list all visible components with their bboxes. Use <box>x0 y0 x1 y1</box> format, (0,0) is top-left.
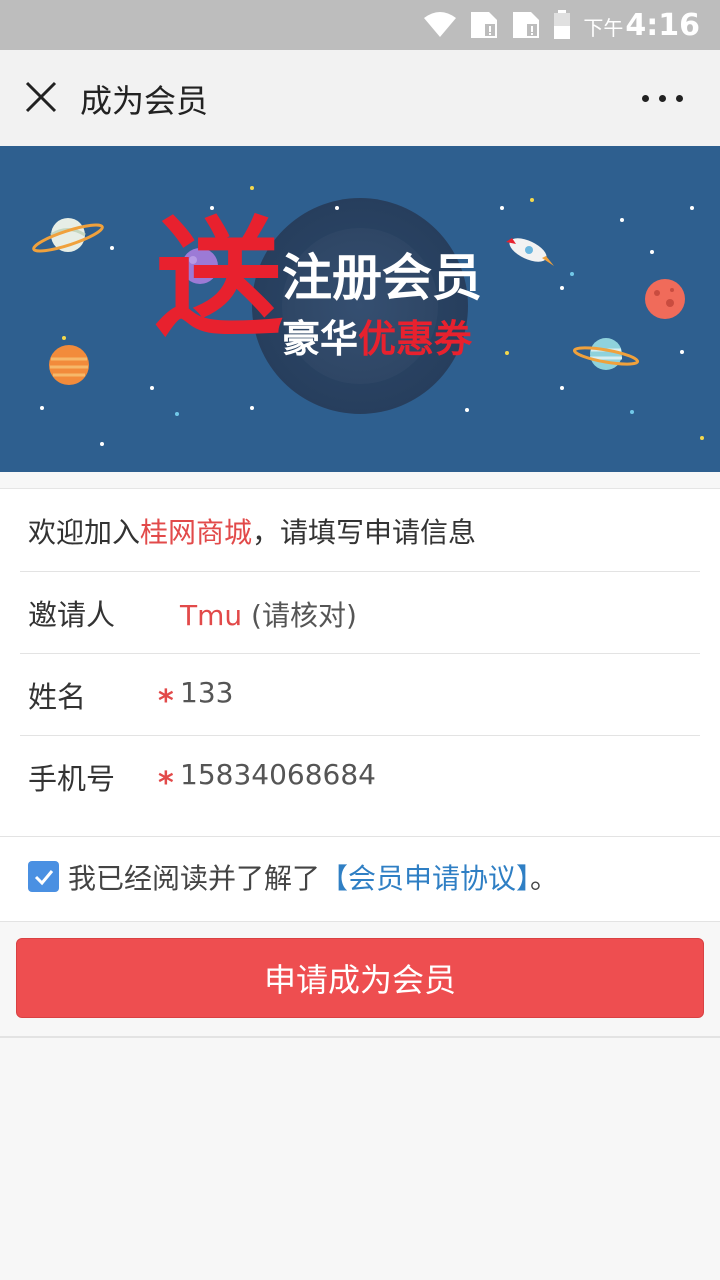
sim1-icon <box>471 12 498 38</box>
inviter-row: 邀请人 Tmu (请核对) <box>20 571 700 653</box>
page-title: 成为会员 <box>80 82 209 120</box>
phone-label: 手机号 <box>28 762 116 796</box>
planet-icon <box>645 279 685 319</box>
promo-banner[interactable]: 送 注册会员 豪华优惠券 <box>0 146 720 472</box>
planet-icon <box>572 338 640 370</box>
shop-name: 桂网商城 <box>140 516 253 549</box>
agreement-row: 我已经阅读并了解了【会员申请协议】。 <box>0 836 720 922</box>
phone-row[interactable]: 手机号 * 15834068684 <box>20 735 700 817</box>
banner-subline-prefix: 豪华 <box>282 317 359 361</box>
more-icon[interactable] <box>642 90 690 106</box>
banner-subline: 豪华优惠券 <box>282 308 472 363</box>
agreement-checkbox[interactable] <box>28 861 59 892</box>
member-form: 欢迎加入桂网商城，请填写申请信息 邀请人 Tmu (请核对) 姓名 * 133 … <box>0 488 720 836</box>
name-label: 姓名 <box>28 680 87 714</box>
phone-field[interactable]: 15834068684 <box>180 758 376 791</box>
close-icon[interactable] <box>24 80 58 114</box>
banner-subline-highlight: 优惠券 <box>358 317 473 361</box>
rocket-icon <box>506 238 554 266</box>
wifi-icon <box>424 12 457 37</box>
welcome-text: 欢迎加入桂网商城，请填写申请信息 <box>28 511 476 551</box>
divider <box>0 1036 720 1038</box>
planet-icon <box>49 345 89 385</box>
agreement-prefix: 我已经阅读并了解了 <box>68 862 321 895</box>
banner-headline: 注册会员 <box>282 249 482 307</box>
status-bar: 下午4:16 <box>0 0 720 50</box>
inviter-name: Tmu <box>180 599 243 632</box>
welcome-prefix: 欢迎加入 <box>28 516 141 549</box>
battery-icon <box>554 10 571 39</box>
agreement-suffix: 。 <box>530 862 559 895</box>
clock: 4:16 <box>625 7 700 43</box>
inviter-label: 邀请人 <box>28 598 116 632</box>
agreement-text: 我已经阅读并了解了【会员申请协议】。 <box>68 857 558 897</box>
required-mark: * <box>158 766 174 801</box>
name-field[interactable]: 133 <box>180 676 233 709</box>
welcome-suffix: ，请填写申请信息 <box>252 516 477 549</box>
name-row[interactable]: 姓名 * 133 <box>20 653 700 735</box>
sim2-icon <box>513 12 540 38</box>
inviter-note: (请核对) <box>242 599 357 632</box>
planet-icon <box>32 218 104 253</box>
banner-big-char: 送 <box>155 205 284 354</box>
nav-header: 成为会员 <box>0 50 720 146</box>
agreement-link[interactable]: 【会员申请协议】 <box>320 862 530 895</box>
check-icon <box>34 869 53 885</box>
time-prefix: 下午 <box>583 15 624 40</box>
inviter-value: Tmu (请核对) <box>180 594 357 634</box>
apply-member-button[interactable]: 申请成为会员 <box>16 938 704 1018</box>
required-mark: * <box>158 684 174 719</box>
